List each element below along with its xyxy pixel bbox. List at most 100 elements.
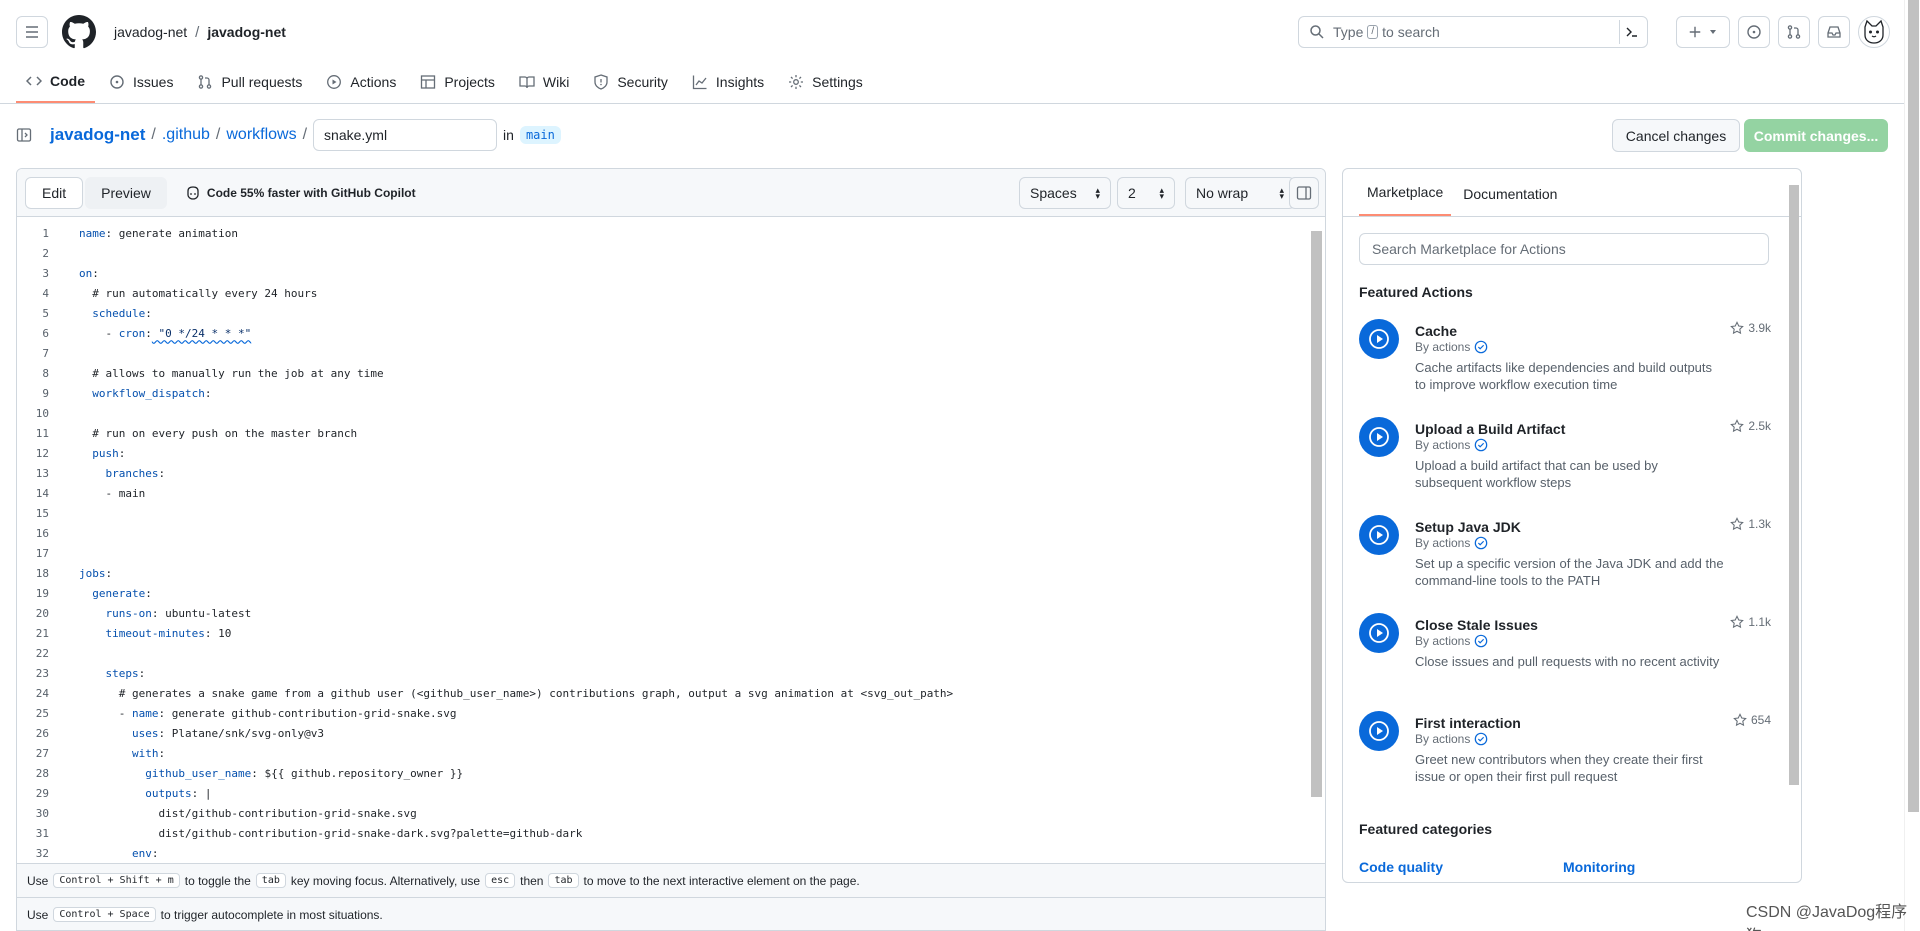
page-scrollbar[interactable] [1904,0,1920,931]
copilot-promo[interactable]: Code 55% faster with GitHub Copilot [185,185,416,201]
action-name[interactable]: Upload a Build Artifact [1415,421,1565,437]
tab-settings[interactable]: Settings [778,62,873,103]
code-line[interactable]: 30 dist/github-contribution-grid-snake.s… [17,803,1307,823]
user-avatar[interactable] [1858,16,1890,48]
github-logo-icon[interactable] [62,15,96,49]
copilot-promo-label: Code 55% faster with GitHub Copilot [206,185,416,200]
command-palette-button[interactable] [1619,20,1643,44]
tab-projects[interactable]: Projects [410,62,505,103]
code-line[interactable]: 1 name: generate animation [17,223,1307,243]
code-line[interactable]: 7 [17,343,1307,363]
select-caret-icon: ▴ ▾ [1279,185,1284,201]
code-line[interactable]: 20 runs-on: ubuntu-latest [17,603,1307,623]
code-line[interactable]: 26 uses: Platane/snk/svg-only@v3 [17,723,1307,743]
create-new-button[interactable] [1676,16,1730,48]
code-line[interactable]: 14 - main [17,483,1307,503]
action-star-count: 3.9k [1748,321,1771,335]
action-card[interactable]: Close Stale Issues By actions Close issues… [1359,613,1771,703]
action-name[interactable]: Cache [1415,323,1457,339]
tab-edit[interactable]: Edit [25,176,84,209]
header-actions [1676,16,1890,48]
tab-pull-requests[interactable]: Pull requests [187,62,312,103]
line-text: on: [79,266,99,280]
code-line[interactable]: 16 [17,523,1307,543]
tab-insights[interactable]: Insights [682,62,774,103]
code-line[interactable]: 8 # allows to manually run the job at an… [17,363,1307,383]
menu-button[interactable] [16,16,48,48]
tab-preview[interactable]: Preview [85,176,167,209]
wrap-mode-select[interactable]: No wrap ▴ ▾ [1185,177,1295,209]
issues-button[interactable] [1738,16,1770,48]
tab-documentation[interactable]: Documentation [1455,186,1565,216]
code-line[interactable]: 5 schedule: [17,303,1307,323]
action-play-icon [1359,417,1399,457]
tab-actions[interactable]: Actions [316,62,406,103]
action-name[interactable]: Setup Java JDK [1415,519,1521,535]
line-text: # run on every push on the master branch [79,426,358,440]
action-card[interactable]: Setup Java JDK By actions Set up a specifi… [1359,515,1771,605]
code-line[interactable]: 11 # run on every push on the master bra… [17,423,1307,443]
commit-changes-button[interactable]: Commit changes... [1744,119,1888,152]
code-line[interactable]: 22 [17,643,1307,663]
cancel-changes-button[interactable]: Cancel changes [1612,119,1740,152]
code-content[interactable]: 1 name: generate animation 2 3 on: 4 # run au… [17,217,1325,863]
code-line[interactable]: 10 [17,403,1307,423]
page-scrollbar-thumb[interactable] [1908,0,1919,812]
tab-marketplace[interactable]: Marketplace [1359,184,1452,216]
path-github-link[interactable]: .github [162,126,210,144]
action-card[interactable]: Cache By actions Cache artifacts like depe… [1359,319,1771,409]
indent-size-select[interactable]: 2 ▴ ▾ [1117,177,1175,209]
code-line[interactable]: 2 [17,243,1307,263]
code-line[interactable]: 17 [17,543,1307,563]
breadcrumb-owner[interactable]: javadog-net [114,24,187,40]
code-line[interactable]: 4 # run automatically every 24 hours [17,283,1307,303]
action-author: By actions [1415,634,1488,648]
tab-issues[interactable]: Issues [99,62,183,103]
action-card[interactable]: First interaction By actions Greet new con… [1359,711,1771,801]
code-line[interactable]: 21 timeout-minutes: 10 [17,623,1307,643]
toggle-sidebar-button[interactable] [1289,177,1319,209]
code-line[interactable]: 3 on: [17,263,1307,283]
code-line[interactable]: 13 branches: [17,463,1307,483]
code-line[interactable]: 23 steps: [17,663,1307,683]
action-name[interactable]: Close Stale Issues [1415,617,1538,633]
breadcrumb-repo[interactable]: javadog-net [207,24,286,40]
marketplace-scrollbar-thumb[interactable] [1789,185,1799,785]
category-monitoring[interactable]: Monitoring [1563,859,1635,875]
tab-code[interactable]: Code [16,62,95,103]
code-line[interactable]: 15 [17,503,1307,523]
path-root-link[interactable]: javadog-net [50,125,145,145]
code-line[interactable]: 6 - cron: "0 */24 * * *" [17,323,1307,343]
code-line[interactable]: 19 generate: [17,583,1307,603]
indent-mode-select[interactable]: Spaces ▴ ▾ [1019,177,1111,209]
code-line[interactable]: 28 github_user_name: ${{ github.reposito… [17,763,1307,783]
code-line[interactable]: 29 outputs: | [17,783,1307,803]
global-search-input[interactable]: Type / to search [1298,16,1648,48]
code-line[interactable]: 24 # generates a snake game from a githu… [17,683,1307,703]
marketplace-search-input[interactable]: Search Marketplace for Actions [1359,233,1769,265]
action-name[interactable]: First interaction [1415,715,1521,731]
action-star-count: 654 [1750,713,1771,727]
code-line[interactable]: 9 workflow_dispatch: [17,383,1307,403]
code-line[interactable]: 25 - name: generate github-contribution-… [17,703,1307,723]
path-workflows-link[interactable]: workflows [226,126,296,144]
inbox-button[interactable] [1818,16,1850,48]
hint-text: then [520,873,544,888]
toggle-file-tree-button[interactable] [16,127,32,143]
code-line[interactable]: 27 with: [17,743,1307,763]
tab-wiki[interactable]: Wiki [509,62,579,103]
tab-security[interactable]: Security [583,62,678,103]
code-line[interactable]: 31 dist/github-contribution-grid-snake-d… [17,823,1307,843]
pull-requests-button[interactable] [1778,16,1810,48]
action-card[interactable]: Upload a Build Artifact By actions Upload … [1359,417,1771,507]
code-line[interactable]: 18 jobs: [17,563,1307,583]
filename-input[interactable]: snake.yml [313,119,498,151]
code-line[interactable]: 32 env: [17,843,1307,863]
line-text: dist/github-contribution-grid-snake.svg [79,806,417,820]
editor-scrollbar-thumb[interactable] [1311,231,1322,797]
editor-scrollbar[interactable] [1309,221,1323,861]
category-code-quality[interactable]: Code quality [1359,859,1443,875]
tab-pull-requests-label: Pull requests [221,73,303,90]
marketplace-scrollbar[interactable] [1787,169,1801,882]
code-line[interactable]: 12 push: [17,443,1307,463]
